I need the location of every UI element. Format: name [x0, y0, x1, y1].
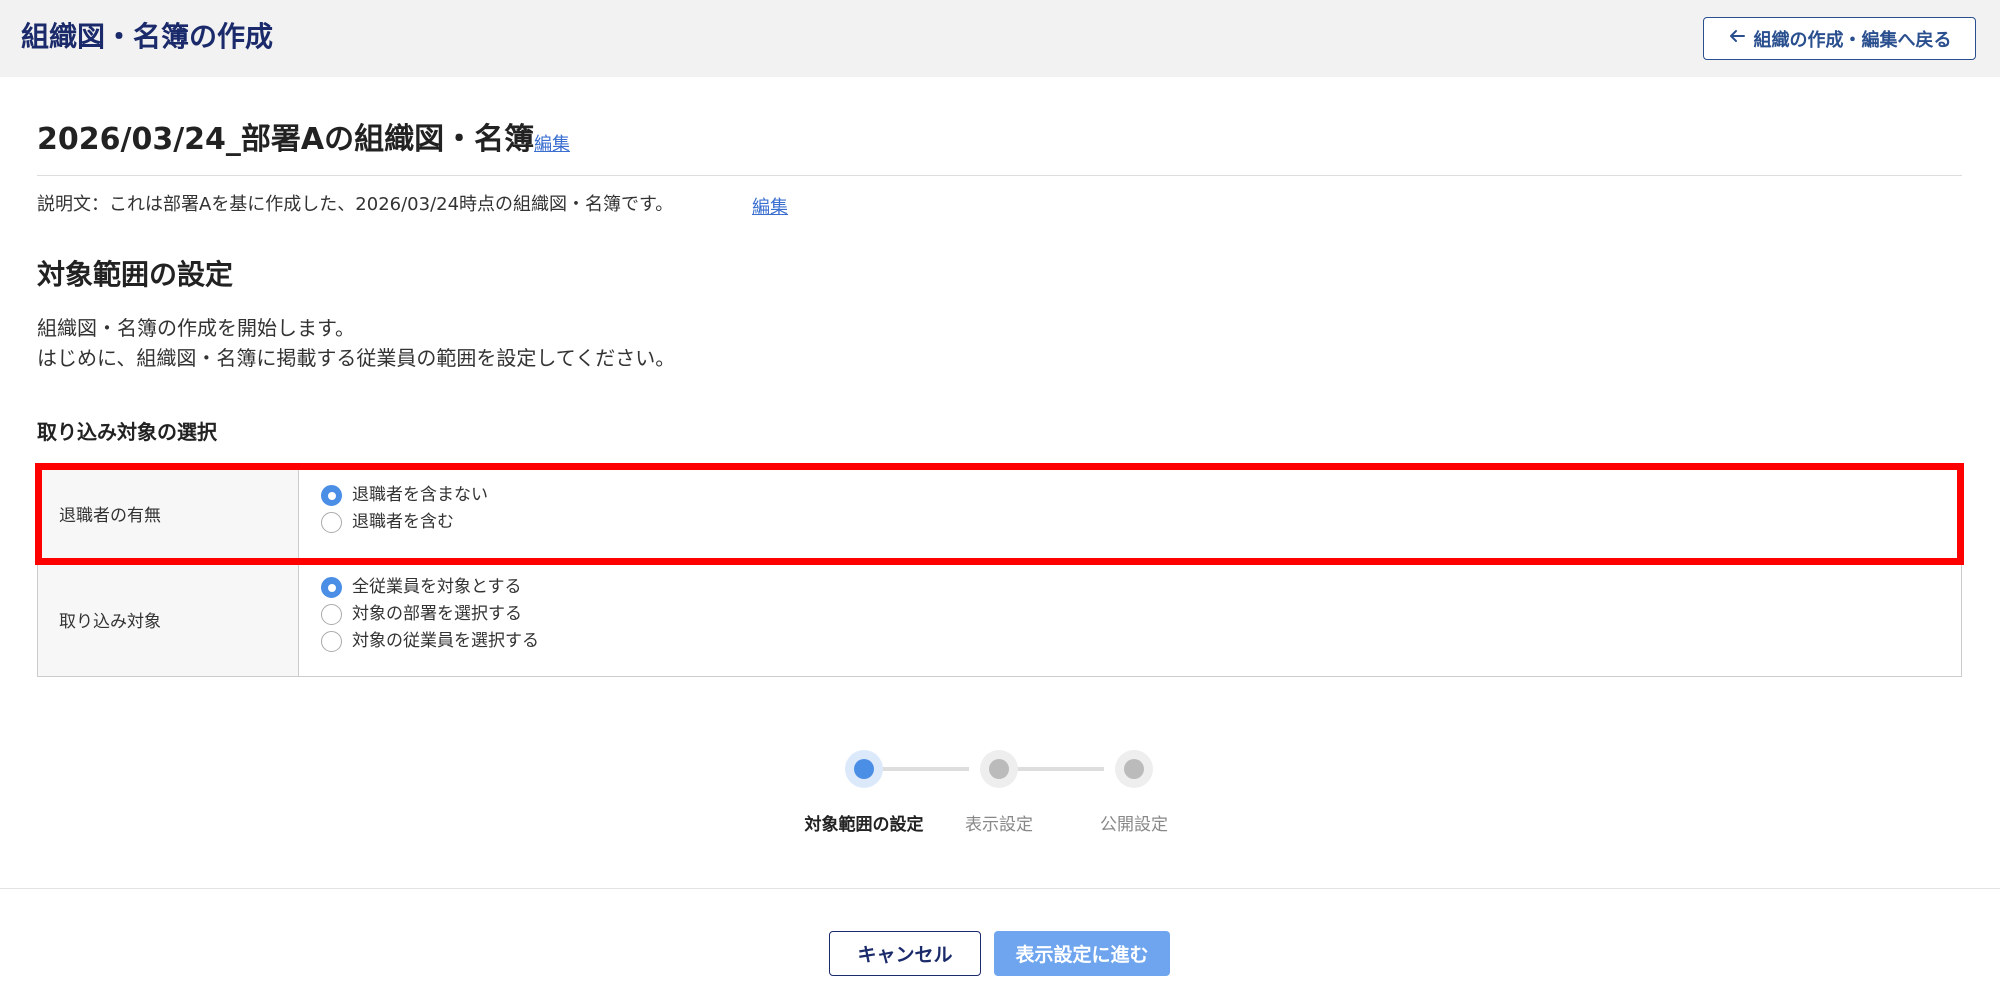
page-title: 組織図・名簿の作成	[21, 20, 274, 53]
radio-label: 退職者を含まない	[352, 485, 488, 505]
document-title: 2026/03/24_部署Aの組織図・名簿	[37, 122, 535, 157]
retired-options: 退職者を含まない 退職者を含む	[299, 466, 1961, 561]
cancel-button[interactable]: キャンセル	[829, 931, 981, 976]
radio-unchecked-icon[interactable]	[321, 631, 342, 652]
radio-select-departments[interactable]: 対象の部署を選択する	[321, 603, 1939, 626]
footer-divider	[0, 888, 2000, 889]
target-row: 取り込み対象 全従業員を対象とする 対象の部署を選択する 対象の従業員を選択する	[38, 562, 1961, 676]
edit-description-link[interactable]: 編集	[752, 193, 788, 219]
next-display-settings-button[interactable]: 表示設定に進む	[994, 931, 1170, 976]
back-to-org-edit-button[interactable]: 組織の作成・編集へ戻る	[1703, 17, 1976, 60]
intro-line-2: はじめに、組織図・名簿に掲載する従業員の範囲を設定してください。	[37, 346, 676, 370]
section-intro: 組織図・名簿の作成を開始します。 はじめに、組織図・名簿に掲載する従業員の範囲を…	[37, 313, 675, 373]
arrow-left-icon	[1728, 27, 1746, 50]
subsection-title: 取り込み対象の選択	[37, 420, 217, 444]
radio-exclude-retired[interactable]: 退職者を含まない	[321, 484, 1939, 507]
settings-table: 退職者の有無 退職者を含まない 退職者を含む 取り込み対象 全従業員を対象とする…	[37, 465, 1962, 677]
back-button-label: 組織の作成・編集へ戻る	[1753, 29, 1952, 51]
target-options: 全従業員を対象とする 対象の部署を選択する 対象の従業員を選択する	[299, 562, 1961, 676]
radio-unchecked-icon[interactable]	[321, 604, 342, 625]
radio-label: 退職者を含む	[352, 512, 454, 532]
radio-all-employees[interactable]: 全従業員を対象とする	[321, 576, 1939, 599]
section-title: 対象範囲の設定	[37, 258, 234, 291]
step-indicator-active	[845, 750, 883, 788]
radio-include-retired[interactable]: 退職者を含む	[321, 511, 1939, 534]
step-indicator	[1115, 750, 1153, 788]
step-indicator	[980, 750, 1018, 788]
page-header: 組織図・名簿の作成 組織の作成・編集へ戻る	[0, 0, 2000, 77]
radio-unchecked-icon[interactable]	[321, 512, 342, 533]
radio-label: 全従業員を対象とする	[352, 577, 522, 597]
radio-select-employees[interactable]: 対象の従業員を選択する	[321, 630, 1939, 653]
radio-label: 対象の従業員を選択する	[352, 631, 539, 651]
title-divider	[37, 175, 1962, 176]
intro-line-1: 組織図・名簿の作成を開始します。	[37, 316, 355, 340]
radio-checked-icon[interactable]	[321, 485, 342, 506]
target-label: 取り込み対象	[38, 562, 299, 676]
retired-row: 退職者の有無 退職者を含まない 退職者を含む	[38, 466, 1961, 562]
document-description: 説明文：これは部署Aを基に作成した、2026/03/24時点の組織図・名簿です。	[37, 194, 674, 215]
progress-stepper: 対象範囲の設定 表示設定 公開設定	[800, 747, 1200, 837]
retired-label: 退職者の有無	[38, 466, 299, 561]
radio-label: 対象の部署を選択する	[352, 604, 522, 624]
radio-checked-icon[interactable]	[321, 577, 342, 598]
edit-title-link[interactable]: 編集	[534, 130, 570, 156]
step-label-publish: 公開設定	[1100, 815, 1168, 835]
